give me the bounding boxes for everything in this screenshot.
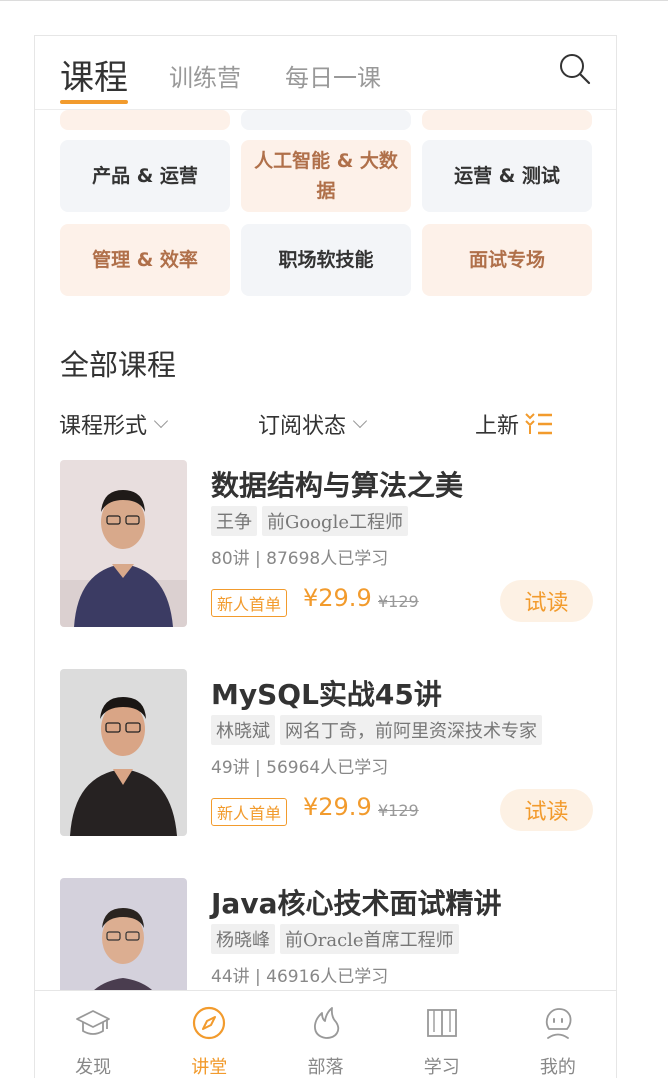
- nav-study[interactable]: 学习: [384, 991, 500, 1078]
- author-tags: 林晓斌 网名丁奇，前阿里资深技术专家: [211, 715, 547, 745]
- top-tab-bar: 课程 训练营 每日一课: [35, 36, 616, 110]
- top-divider: [0, 0, 668, 1]
- tab-courses[interactable]: 课程: [60, 50, 128, 99]
- course-title: Java核心技术面试精讲: [211, 887, 502, 920]
- category-soft-skills[interactable]: 职场软技能: [241, 224, 411, 296]
- sort-newest-label: 上新: [475, 414, 520, 439]
- sort-newest[interactable]: 上新: [475, 408, 555, 440]
- category-management-efficiency[interactable]: 管理 & 效率: [60, 224, 230, 296]
- nav-tribe[interactable]: 部落: [267, 991, 383, 1078]
- chevron-down-icon: [153, 413, 169, 429]
- course-meta: 44讲 | 46916人已学习: [211, 967, 389, 987]
- book-icon: [426, 1009, 457, 1037]
- course-cover-image: [60, 669, 187, 836]
- chevron-down-icon: [352, 413, 368, 429]
- flame-icon: [313, 1007, 339, 1039]
- course-meta: 80讲 | 87698人已学习: [211, 549, 389, 569]
- section-title-all-courses: 全部课程: [60, 348, 177, 382]
- nav-lecture-hall[interactable]: 讲堂: [151, 991, 267, 1078]
- filter-subscription-status-label: 订阅状态: [258, 414, 347, 439]
- course-item[interactable]: MySQL实战45讲 林晓斌 网名丁奇，前阿里资深技术专家 49讲 | 5696…: [35, 669, 616, 859]
- course-meta: 49讲 | 56964人已学习: [211, 758, 389, 778]
- author-tags: 王争 前Google工程师: [211, 506, 413, 536]
- category-card-partial[interactable]: [422, 110, 592, 130]
- author-name: 杨晓峰: [211, 924, 275, 954]
- new-user-badge: 新人首单: [211, 589, 288, 617]
- trial-read-button[interactable]: 试读: [500, 789, 593, 831]
- category-card-partial[interactable]: [60, 110, 230, 130]
- author-name: 林晓斌: [211, 715, 275, 745]
- filter-subscription-status[interactable]: 订阅状态: [258, 408, 368, 440]
- bottom-navigation: 发现 讲堂 部落 学习 我的: [35, 990, 616, 1078]
- course-original-price: ¥129: [378, 592, 419, 611]
- profile-icon: [545, 1008, 572, 1039]
- app-screen: 课程 训练营 每日一课 产品 & 运营 人工智能 & 大数据 运营 & 测试 管…: [34, 35, 617, 1078]
- author-title: 网名丁奇，前阿里资深技术专家: [280, 715, 542, 745]
- nav-label: 部落: [307, 1057, 344, 1078]
- course-title: 数据结构与算法之美: [211, 469, 464, 502]
- nav-discover[interactable]: 发现: [35, 991, 151, 1078]
- course-title: MySQL实战45讲: [211, 678, 442, 711]
- course-item[interactable]: 数据结构与算法之美 王争 前Google工程师 80讲 | 87698人已学习 …: [35, 460, 616, 650]
- nav-label: 我的: [539, 1057, 576, 1078]
- nav-label: 学习: [423, 1057, 460, 1078]
- nav-label: 发现: [75, 1057, 112, 1078]
- category-operations-testing[interactable]: 运营 & 测试: [422, 140, 592, 212]
- new-user-badge: 新人首单: [211, 798, 288, 826]
- active-tab-indicator: [60, 100, 128, 104]
- author-name: 王争: [211, 506, 257, 536]
- nav-profile[interactable]: 我的: [500, 991, 616, 1078]
- graduation-cap-icon: [76, 1010, 110, 1035]
- compass-icon: [193, 1006, 226, 1040]
- author-title: 前Google工程师: [262, 506, 408, 536]
- filter-course-format[interactable]: 课程形式: [59, 408, 169, 440]
- tab-training-camp[interactable]: 训练营: [169, 58, 241, 93]
- category-card-partial[interactable]: [241, 110, 411, 130]
- filter-course-format-label: 课程形式: [59, 414, 148, 439]
- category-ai-bigdata[interactable]: 人工智能 & 大数据: [241, 140, 411, 212]
- course-price: ¥29.9: [303, 793, 372, 821]
- author-title: 前Oracle首席工程师: [280, 924, 459, 954]
- sort-icon: [525, 413, 553, 435]
- trial-read-button[interactable]: 试读: [500, 580, 593, 622]
- course-original-price: ¥129: [378, 801, 419, 820]
- course-price: ¥29.9: [303, 584, 372, 612]
- search-icon[interactable]: [558, 52, 592, 86]
- course-cover-image: [60, 460, 187, 627]
- category-product-operations[interactable]: 产品 & 运营: [60, 140, 230, 212]
- nav-label: 讲堂: [191, 1057, 228, 1078]
- category-interview[interactable]: 面试专场: [422, 224, 592, 296]
- tab-daily-lesson[interactable]: 每日一课: [285, 58, 381, 93]
- author-tags: 杨晓峰 前Oracle首席工程师: [211, 924, 464, 954]
